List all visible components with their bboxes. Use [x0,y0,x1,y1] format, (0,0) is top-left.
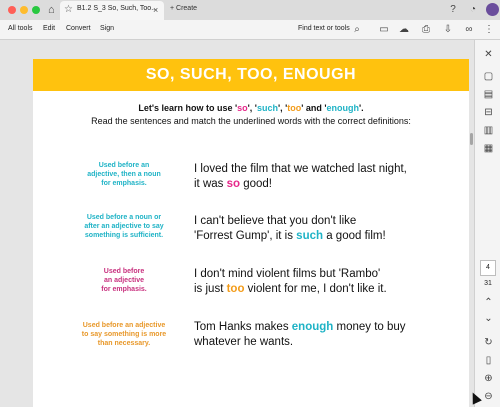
definition-2: Used before a noun or after an adjective… [69,213,179,240]
link-icon[interactable]: ∞ [462,23,476,37]
definition-line: after an adjective to say [84,223,164,230]
sentence-1: I loved the film that we watched last ni… [194,162,464,192]
layers-icon[interactable]: ▦ [482,142,495,155]
word-so: so [237,103,248,113]
definition-line: something is sufficient. [84,232,164,239]
sentence-text: violent for me, I don't like it. [244,283,387,295]
sentence-4: Tom Hanks makes enough money to buy what… [194,320,464,350]
sentence-2: I can't believe that you don't like 'For… [194,214,464,244]
definition-line: Used before an [98,162,150,169]
definition-line: for emphasis. [101,180,147,187]
right-panel: ✕ ▢ ▤ ⊟ ▥ ▦ 4 31 ⌃ ⌄ ↻ ▯ ⊕ ⊖ [474,40,500,407]
menu-convert[interactable]: Convert [66,25,91,32]
comment-icon[interactable]: ▢ [482,70,495,83]
word-such: such [256,103,278,113]
sentence-text: money to buy [333,321,406,333]
maximize-window-button[interactable] [32,6,40,14]
sentence-text: is just [194,283,227,295]
intro-sep-3: ' and ' [301,103,327,113]
close-window-button[interactable] [8,6,16,14]
document-icon[interactable]: ▯ [482,354,495,367]
pdf-page: SO, SUCH, TOO, ENOUGH Let's learn how to… [33,59,469,407]
word-enough: enough [326,103,360,113]
more-options-icon[interactable]: ⋮ [482,23,496,37]
ai-assistant-icon[interactable]: ▭ [377,23,391,37]
document-tab[interactable]: ☆ B1.2 S_3 So, Such, Too... × [60,1,164,20]
sentence-line: Tom Hanks makes enough money to buy [194,320,464,335]
search-icon[interactable]: ⌕ [350,23,364,37]
definition-1: Used before an adjective, then a noun fo… [69,161,179,188]
highlight-word: too [226,283,245,295]
find-text-button[interactable]: Find text or tools [298,25,350,32]
sentence-text: good! [240,178,272,190]
intro-sep-2: ', ' [277,103,288,113]
sentence-text: it was [194,178,227,190]
page-total: 31 [484,280,492,287]
star-icon[interactable]: ☆ [64,4,73,16]
sentence-3: I don't mind violent films but 'Rambo' i… [194,267,464,297]
page-title: SO, SUCH, TOO, ENOUGH [145,66,357,83]
download-icon[interactable]: ⇩ [441,23,455,37]
avatar[interactable] [486,3,499,16]
sentence-line: I don't mind violent films but 'Rambo' [194,268,381,280]
cloud-upload-icon[interactable]: ☁ [397,23,411,37]
word-too: too [287,103,302,113]
chevron-up-icon[interactable]: ⌃ [482,296,495,309]
sentence-text: a good film! [323,230,386,242]
close-tab-icon[interactable]: × [153,4,158,16]
refresh-icon[interactable]: ↻ [482,336,495,349]
chevron-down-icon[interactable]: ⌄ [482,312,495,325]
menu-sign[interactable]: Sign [100,25,114,32]
definition-line: Used before [103,268,145,275]
document-viewer[interactable]: SO, SUCH, TOO, ENOUGH Let's learn how to… [0,40,474,407]
definition-line: Used before a noun or [86,214,162,221]
tab-title: B1.2 S_3 So, Such, Too... [77,5,158,12]
sentence-line: I can't believe that you don't like [194,215,357,227]
sentence-text: Tom Hanks makes [194,321,292,333]
toolbar: All tools Edit Convert Sign Find text or… [0,20,500,40]
menu-edit[interactable]: Edit [43,25,55,32]
highlight-word: such [296,230,324,242]
highlight-word: so [226,178,241,190]
sentence-line: I loved the film that we watched last ni… [194,163,407,175]
close-panel-icon[interactable]: ✕ [482,48,495,61]
definition-3: Used before an adjective for emphasis. [69,267,179,294]
sentence-line: 'Forrest Gump', it is such a good film! [194,229,464,244]
bookmark-icon[interactable]: ⊟ [482,106,495,119]
intro-prefix: Let's learn how to use ' [138,103,238,113]
definition-line: Used before an adjective [82,322,166,329]
definition-4: Used before an adjective to say somethin… [69,321,179,348]
definition-line: adjective, then a noun [87,171,161,178]
highlight-word: enough [291,321,334,333]
vertical-scrollbar[interactable] [470,133,473,145]
help-icon[interactable]: ? [446,3,460,17]
sentence-line: whatever he wants. [194,336,294,348]
sentence-text: 'Forrest Gump', it is [194,230,297,242]
intro-line-2: Read the sentences and match the underli… [91,116,411,126]
definition-line: to say something is more [81,331,167,338]
notifications-icon[interactable]: ◔ [466,3,480,17]
definition-line: than necessary. [97,340,151,347]
title-bar: ⌂ ☆ B1.2 S_3 So, Such, Too... × + Create… [0,0,500,20]
page-thumbnails-icon[interactable]: ▤ [482,88,495,101]
definition-line: an adjective [103,277,145,284]
intro-line-1: Let's learn how to use 'so', 'such', 'to… [33,103,469,113]
zoom-in-icon[interactable]: ⊕ [482,372,495,385]
print-icon[interactable]: ⎙ [419,23,433,37]
minimize-window-button[interactable] [20,6,28,14]
sentence-line: is just too violent for me, I don't like… [194,282,464,297]
attachments-icon[interactable]: ▥ [482,124,495,137]
zoom-out-icon[interactable]: ⊖ [482,390,495,403]
home-icon[interactable]: ⌂ [48,3,55,17]
page-number-input[interactable]: 4 [480,260,496,276]
intro-sep-1: ', ' [247,103,257,113]
sentence-line: it was so good! [194,177,464,192]
definition-line: for emphasis. [101,286,147,293]
title-banner: SO, SUCH, TOO, ENOUGH [33,59,469,91]
create-button[interactable]: + Create [170,5,197,12]
intro-suffix: '. [359,103,364,113]
menu-all-tools[interactable]: All tools [8,25,33,32]
